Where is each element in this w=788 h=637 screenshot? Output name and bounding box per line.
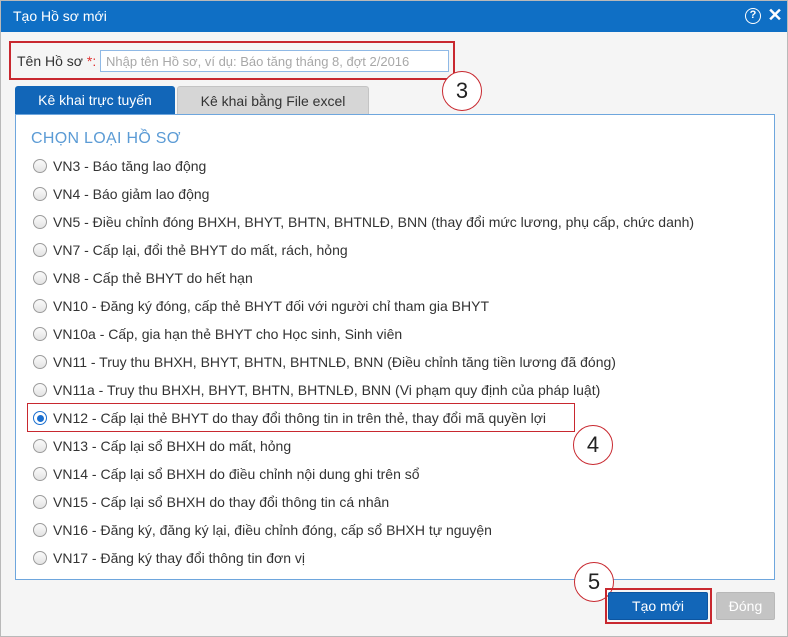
option-vn10a[interactable]: VN10a - Cấp, gia hạn thẻ BHYT cho Học si… xyxy=(33,323,402,345)
radio-vn14[interactable] xyxy=(33,467,47,481)
option-vn7[interactable]: VN7 - Cấp lại, đổi thẻ BHYT do mất, rách… xyxy=(33,239,348,261)
option-vn13[interactable]: VN13 - Cấp lại sổ BHXH do mất, hỏng xyxy=(33,435,291,457)
option-label: VN15 - Cấp lại sổ BHXH do thay đổi thông… xyxy=(53,494,390,510)
option-label: VN14 - Cấp lại sổ BHXH do điều chỉnh nội… xyxy=(53,466,420,482)
profile-type-panel: CHỌN LOẠI HỒ SƠ VN3 - Báo tăng lao động … xyxy=(15,114,775,580)
option-vn5[interactable]: VN5 - Điều chỉnh đóng BHXH, BHYT, BHTN, … xyxy=(33,211,694,233)
option-vn4[interactable]: VN4 - Báo giảm lao động xyxy=(33,183,209,205)
dialog-title: Tạo Hồ sơ mới xyxy=(13,8,107,24)
radio-vn13[interactable] xyxy=(33,439,47,453)
required-mark: *: xyxy=(86,53,97,69)
option-vn15[interactable]: VN15 - Cấp lại sổ BHXH do thay đổi thông… xyxy=(33,491,389,513)
option-label: VN11a - Truy thu BHXH, BHYT, BHTN, BHTNL… xyxy=(53,382,601,398)
option-vn11[interactable]: VN11 - Truy thu BHXH, BHYT, BHTN, BHTNLĐ… xyxy=(33,351,616,373)
option-vn3[interactable]: VN3 - Báo tăng lao động xyxy=(33,155,206,177)
option-label: VN16 - Đăng ký, đăng ký lại, điều chỉnh … xyxy=(53,522,492,538)
radio-vn11a[interactable] xyxy=(33,383,47,397)
dialog-titlebar: Tạo Hồ sơ mới ? ✕ xyxy=(1,1,787,32)
option-label: VN3 - Báo tăng lao động xyxy=(53,158,207,174)
radio-vn11[interactable] xyxy=(33,355,47,369)
radio-vn17[interactable] xyxy=(33,551,47,565)
option-label: VN5 - Điều chỉnh đóng BHXH, BHYT, BHTN, … xyxy=(53,214,695,230)
option-label: VN8 - Cấp thẻ BHYT do hết hạn xyxy=(53,270,253,286)
profile-name-input[interactable] xyxy=(100,50,449,72)
create-profile-dialog: Tạo Hồ sơ mới ? ✕ Tên Hồ sơ *: 3 Kê khai… xyxy=(0,0,788,637)
option-vn11a[interactable]: VN11a - Truy thu BHXH, BHYT, BHTN, BHTNL… xyxy=(33,379,600,401)
tab-excel-declaration[interactable]: Kê khai bằng File excel xyxy=(177,86,369,115)
callout-3: 3 xyxy=(442,71,482,111)
option-vn8[interactable]: VN8 - Cấp thẻ BHYT do hết hạn xyxy=(33,267,253,289)
option-label: VN4 - Báo giảm lao động xyxy=(53,186,210,202)
option-label: VN17 - Đăng ký thay đổi thông tin đơn vị xyxy=(53,550,305,566)
radio-vn7[interactable] xyxy=(33,243,47,257)
close-button[interactable]: Đóng xyxy=(716,592,775,620)
callout-4: 4 xyxy=(573,425,613,465)
profile-name-row-highlight: Tên Hồ sơ *: xyxy=(9,41,455,80)
create-button[interactable]: Tạo mới xyxy=(608,592,708,620)
section-title: CHỌN LOẠI HỒ SƠ xyxy=(31,130,181,147)
option-vn16[interactable]: VN16 - Đăng ký, đăng ký lại, điều chỉnh … xyxy=(33,519,492,541)
radio-vn4[interactable] xyxy=(33,187,47,201)
radio-vn5[interactable] xyxy=(33,215,47,229)
radio-vn10[interactable] xyxy=(33,299,47,313)
option-label: VN11 - Truy thu BHXH, BHYT, BHTN, BHTNLĐ… xyxy=(53,354,616,370)
radio-vn15[interactable] xyxy=(33,495,47,509)
radio-vn10a[interactable] xyxy=(33,327,47,341)
radio-vn3[interactable] xyxy=(33,159,47,173)
option-label: VN7 - Cấp lại, đổi thẻ BHYT do mất, rách… xyxy=(53,242,348,258)
close-icon[interactable]: ✕ xyxy=(767,5,783,25)
tab-online-declaration[interactable]: Kê khai trực tuyến xyxy=(15,86,175,115)
radio-vn16[interactable] xyxy=(33,523,47,537)
profile-name-label: Tên Hồ sơ *: xyxy=(17,53,97,69)
selected-option-highlight xyxy=(27,403,575,432)
option-vn14[interactable]: VN14 - Cấp lại sổ BHXH do điều chỉnh nội… xyxy=(33,463,420,485)
help-icon[interactable]: ? xyxy=(745,8,761,24)
option-label: VN13 - Cấp lại sổ BHXH do mất, hỏng xyxy=(53,438,292,454)
option-label: VN10 - Đăng ký đóng, cấp thẻ BHYT đối vớ… xyxy=(53,298,490,314)
radio-vn8[interactable] xyxy=(33,271,47,285)
option-vn10[interactable]: VN10 - Đăng ký đóng, cấp thẻ BHYT đối vớ… xyxy=(33,295,489,317)
option-vn17[interactable]: VN17 - Đăng ký thay đổi thông tin đơn vị xyxy=(33,547,305,569)
option-label: VN10a - Cấp, gia hạn thẻ BHYT cho Học si… xyxy=(53,326,403,342)
